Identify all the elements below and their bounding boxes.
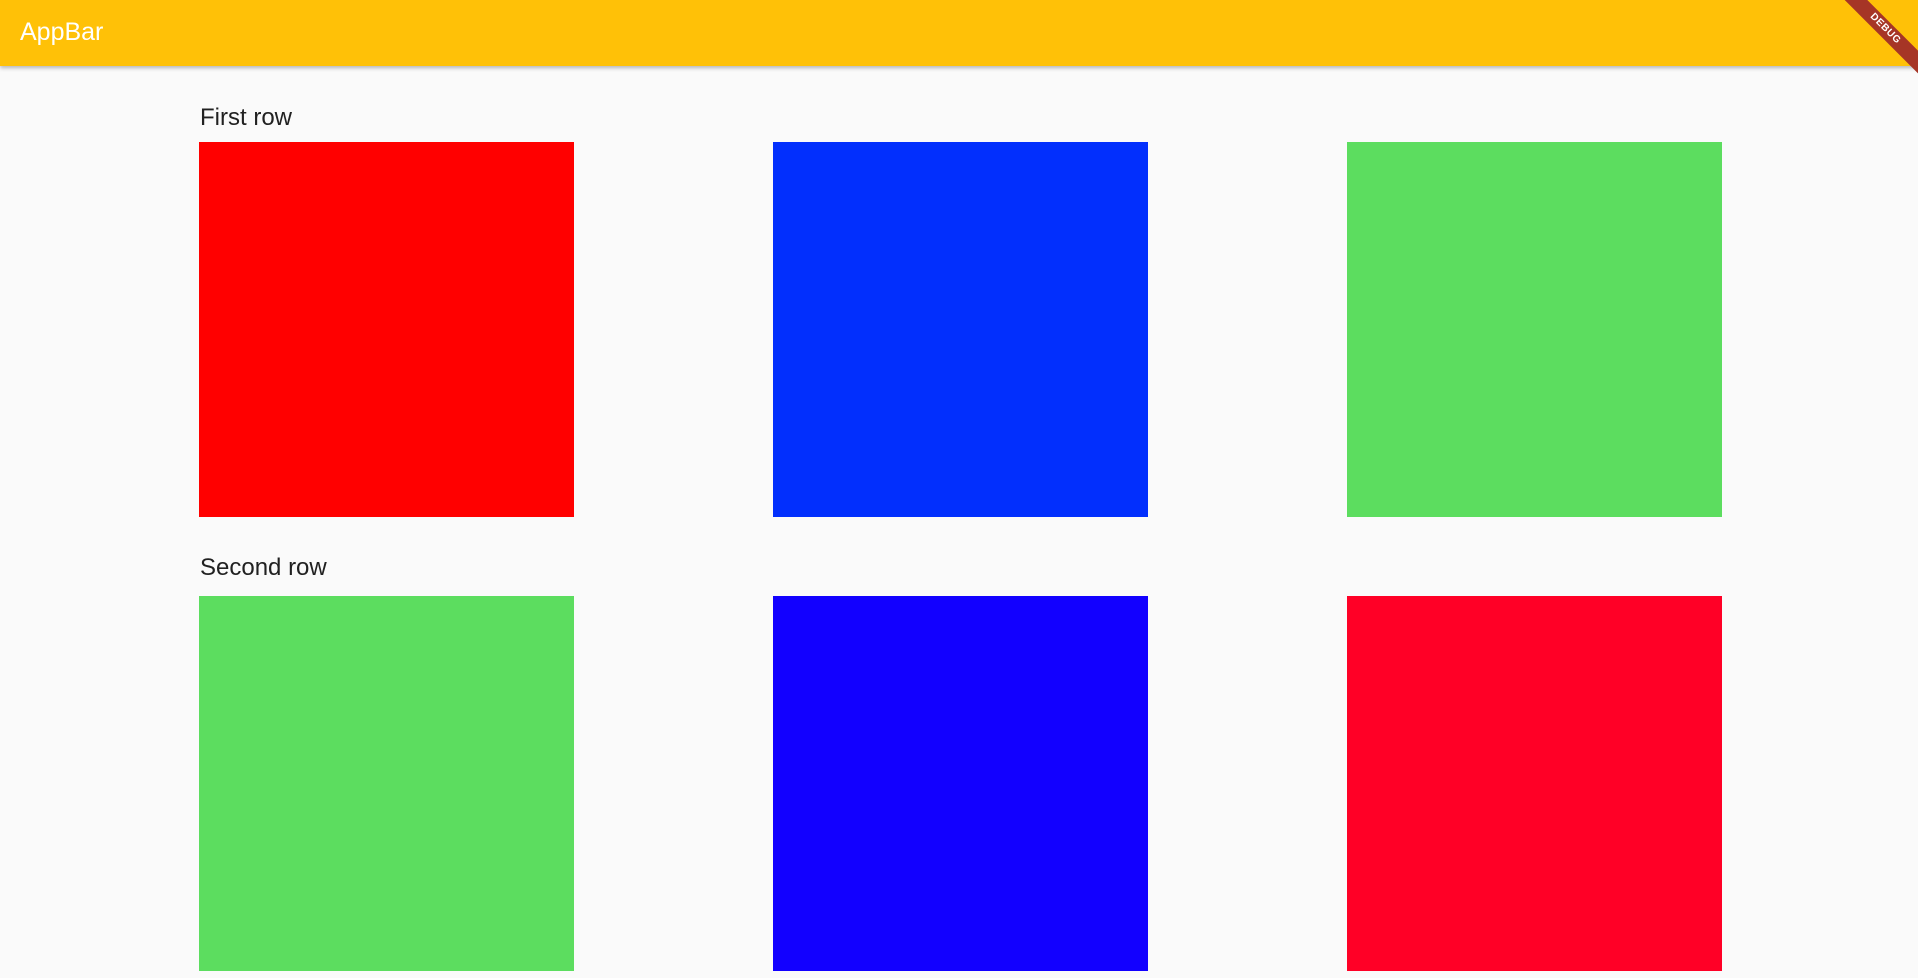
- color-box: [1347, 596, 1722, 971]
- first-row-label: First row: [200, 104, 292, 131]
- color-box: [199, 142, 574, 517]
- second-row-label: Second row: [200, 554, 327, 581]
- color-box: [199, 596, 574, 971]
- main-content: First row Second row: [0, 66, 1918, 978]
- debug-banner-label: DEBUG: [1842, 0, 1918, 76]
- app-bar-title: AppBar: [20, 18, 104, 46]
- color-box: [773, 142, 1148, 517]
- app-bar: AppBar: [0, 0, 1918, 66]
- debug-banner: DEBUG: [1842, 0, 1918, 76]
- color-box: [773, 596, 1148, 971]
- color-box: [1347, 142, 1722, 517]
